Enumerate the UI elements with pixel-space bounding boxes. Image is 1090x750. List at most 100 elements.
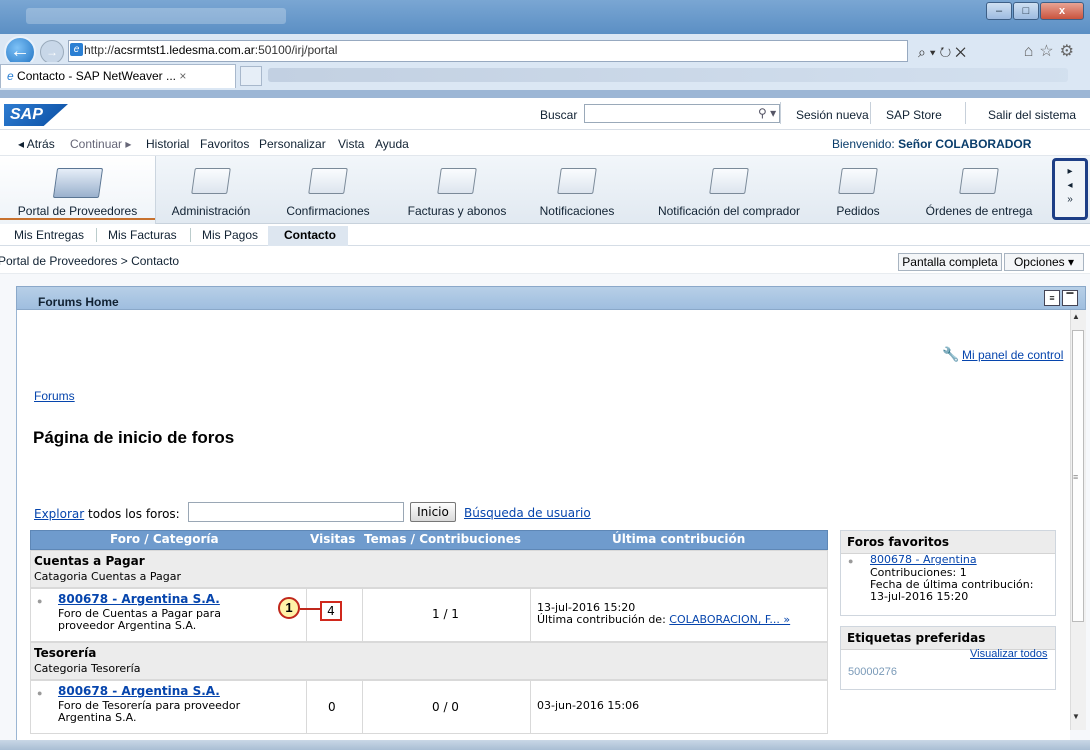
- forward-button[interactable]: →: [40, 40, 64, 64]
- address-controls[interactable]: ⌕ ▾ ↻ ✕: [918, 44, 966, 61]
- browser-toolbar-icons[interactable]: ⌂☆⚙: [1024, 41, 1080, 61]
- tab-title: Contacto - SAP NetWeaver ...: [17, 69, 176, 83]
- cell-divider: [362, 588, 363, 642]
- last-post-author-link[interactable]: COLABORACION, F... »: [669, 613, 790, 626]
- tab-ordenes-entrega[interactable]: Órdenes de entrega: [910, 156, 1048, 224]
- scrollbar-grip-icon: ≡: [1073, 472, 1079, 482]
- tab-pedidos[interactable]: Pedidos: [818, 156, 898, 224]
- tab-portal-proveedores[interactable]: Portal de Proveedores: [0, 156, 156, 224]
- inicio-button[interactable]: Inicio: [410, 502, 456, 522]
- col-forum-category: Foro / Categoría: [110, 532, 219, 546]
- menu-personalize[interactable]: Personalizar: [259, 137, 326, 151]
- window-controls: – □ x: [985, 2, 1084, 22]
- category-title: Tesorería: [34, 646, 97, 660]
- chrome-separator: [0, 90, 1090, 98]
- menu-forward[interactable]: Continuar ▸: [70, 137, 131, 151]
- url-text[interactable]: http://acsrmtst1.ledesma.com.ar:50100/ir…: [84, 43, 337, 57]
- options-button[interactable]: Opciones ▾: [1004, 253, 1084, 271]
- iview-title: Forums Home: [38, 295, 119, 309]
- folder-icon: [437, 168, 477, 194]
- nav-scroll-arrows[interactable]: ▸ ◂»: [1052, 158, 1088, 220]
- preferred-tags-title: Etiquetas preferidas: [841, 627, 1055, 650]
- tab-label: Órdenes de entrega: [925, 204, 1033, 218]
- favorite-forum-link[interactable]: 800678 - Argentina: [870, 554, 977, 566]
- explore-link[interactable]: Explorar: [34, 507, 84, 521]
- bottom-strip: [0, 740, 1090, 750]
- visits-count: 4: [320, 601, 342, 621]
- new-tab-button[interactable]: [240, 66, 262, 86]
- url-prefix: http://: [84, 43, 115, 57]
- subtab-mis-facturas[interactable]: Mis Facturas: [108, 228, 177, 242]
- explore-text: todos los foros:: [84, 507, 180, 521]
- url-path: :50100/irj/portal: [254, 43, 338, 57]
- search-label: Buscar: [540, 108, 578, 122]
- breadcrumb[interactable]: Portal de Proveedores > Contacto: [0, 254, 179, 268]
- folder-icon: [838, 168, 878, 194]
- subtab-mis-pagos[interactable]: Mis Pagos: [202, 228, 258, 242]
- control-panel-link[interactable]: Mi panel de control: [962, 348, 1063, 362]
- tab-label: Confirmaciones: [286, 204, 370, 218]
- forum-search-input[interactable]: [188, 502, 404, 522]
- welcome-user: Señor COLABORADOR: [898, 137, 1032, 151]
- browser-tab[interactable]: e Contacto - SAP NetWeaver ... ×: [0, 64, 236, 88]
- subtab-mis-entregas[interactable]: Mis Entregas: [14, 228, 84, 242]
- user-search-link[interactable]: Búsqueda de usuario: [464, 506, 591, 520]
- category-subtitle: Categoria Tesorería: [34, 662, 141, 675]
- topics-count: 0 / 0: [432, 700, 459, 714]
- explore-label: Explorar todos los foros:: [34, 507, 180, 521]
- url-domain: acsrmtst1.ledesma.com.ar: [114, 43, 255, 57]
- maximize-button[interactable]: □: [1013, 2, 1039, 20]
- minimize-button[interactable]: –: [986, 2, 1012, 20]
- iview-icons: ≡ ▔: [1044, 290, 1078, 306]
- welcome-prefix: Bienvenido:: [832, 137, 895, 151]
- forum-name-link[interactable]: 800678 - Argentina S.A.: [58, 684, 220, 698]
- iview-menu-icon[interactable]: ≡: [1044, 290, 1060, 306]
- tab-label: Pedidos: [836, 204, 880, 218]
- tab-close-icon[interactable]: ×: [179, 69, 186, 83]
- forum-desc-line2: proveedor Argentina S.A.: [58, 619, 197, 632]
- full-screen-button[interactable]: Pantalla completa: [898, 253, 1002, 271]
- scroll-up-arrow[interactable]: ▲: [1072, 312, 1080, 321]
- menu-favorites[interactable]: Favoritos: [200, 137, 249, 151]
- menu-history[interactable]: Historial: [146, 137, 189, 151]
- tab-notificaciones[interactable]: Notificaciones: [522, 156, 632, 224]
- forum-desc-line2: Argentina S.A.: [58, 711, 137, 724]
- tab-icon: e: [7, 69, 14, 83]
- tab-label: Administración: [171, 204, 251, 218]
- view-all-tags-link[interactable]: Visualizar todos: [970, 648, 1047, 660]
- sap-store-link[interactable]: SAP Store: [886, 108, 942, 122]
- category-title: Cuentas a Pagar: [34, 554, 145, 568]
- scroll-down-arrow[interactable]: ▼: [1072, 712, 1080, 721]
- forums-breadcrumb-link[interactable]: Forums: [34, 389, 75, 403]
- topics-count: 1 / 1: [432, 607, 459, 621]
- menu-view[interactable]: Vista: [338, 137, 364, 151]
- tab-facturas-abonos[interactable]: Facturas y abonos: [396, 156, 518, 224]
- cell-divider: [362, 680, 363, 734]
- search-icon[interactable]: ⚲ ▾: [758, 106, 776, 120]
- tab-notificacion-comprador[interactable]: Notificación del comprador: [644, 156, 814, 224]
- logoff-link[interactable]: Salir del sistema: [988, 108, 1076, 122]
- cell-divider: [530, 588, 531, 642]
- header-divider: [965, 102, 966, 124]
- window-title-blur: [26, 8, 286, 24]
- menu-back[interactable]: ◂ Atrás: [18, 137, 55, 151]
- new-session-link[interactable]: Sesión nueva: [796, 108, 869, 122]
- tab-label: Facturas y abonos: [407, 204, 507, 218]
- welcome-text: Bienvenido: Señor COLABORADOR: [832, 137, 1031, 151]
- forum-name-link[interactable]: 800678 - Argentina S.A.: [58, 592, 220, 606]
- col-visits: Visitas: [310, 532, 356, 546]
- close-window-button[interactable]: x: [1040, 2, 1084, 20]
- cell-divider: [530, 680, 531, 734]
- tag-link[interactable]: 50000276: [848, 666, 897, 678]
- wrench-icon: 🔧: [942, 346, 960, 362]
- folder-icon: [308, 168, 348, 194]
- search-input[interactable]: [584, 104, 780, 123]
- tab-administracion[interactable]: Administración: [156, 156, 266, 224]
- bullet-icon: ●: [37, 688, 43, 698]
- menu-help[interactable]: Ayuda: [375, 137, 409, 151]
- tab-confirmaciones[interactable]: Confirmaciones: [272, 156, 384, 224]
- subtab-contacto[interactable]: Contacto: [268, 226, 348, 246]
- visits-count: 0: [328, 700, 336, 714]
- iview-minimize-icon[interactable]: ▔: [1062, 290, 1078, 306]
- category-subtitle: Catagoria Cuentas a Pagar: [34, 570, 182, 583]
